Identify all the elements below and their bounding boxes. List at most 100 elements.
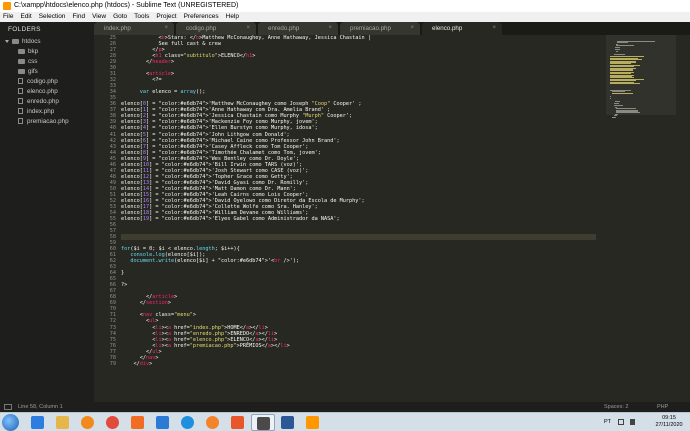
menu-tools[interactable]: Tools [134, 12, 149, 22]
sidebar-folder-label: bkp [28, 47, 39, 55]
menu-help[interactable]: Help [226, 12, 239, 22]
taskbar-sublime-text-button[interactable] [251, 414, 275, 431]
code-line[interactable]: </div> [121, 361, 596, 367]
chevron-down-icon [5, 39, 9, 43]
internet-explorer-icon [31, 416, 44, 429]
sidebar-folder-label: htdocs [22, 37, 41, 45]
speaker-icon[interactable] [630, 419, 635, 425]
sidebar-file-label: elenco.php [27, 87, 58, 95]
syntax-setting[interactable]: PHP [657, 402, 668, 412]
taskbar-media-player-button[interactable] [76, 414, 100, 431]
taskbar-internet-explorer-button[interactable] [26, 414, 50, 431]
window-title: C:\xampp\htdocs\elenco.php (htdocs) - Su… [14, 2, 239, 9]
sidebar-file-index[interactable]: index.php [0, 106, 94, 116]
network-icon[interactable] [618, 419, 624, 425]
menu-preferences[interactable]: Preferences [184, 12, 219, 22]
line-number: 79 [109, 360, 116, 367]
panel-toggle-icon[interactable] [4, 404, 12, 410]
code-area[interactable]: <b>Stars: </b>Matthew McConaughey, Anne … [121, 35, 596, 402]
minimap-line [612, 116, 616, 118]
folder-icon [18, 48, 25, 54]
sidebar-folder-root[interactable]: htdocs [0, 36, 94, 46]
chrome-icon [106, 416, 119, 429]
media-player-icon [81, 416, 94, 429]
folder-icon [18, 58, 25, 64]
windows-taskbar: PT 09:15 27/11/2020 [0, 412, 690, 431]
taskbar-chrome-button[interactable] [101, 414, 125, 431]
file-icon [18, 78, 23, 84]
tab-premiacao[interactable]: premiacao.php × [340, 22, 420, 35]
close-icon[interactable]: × [328, 22, 332, 35]
menu-goto[interactable]: Goto [113, 12, 127, 22]
tab-index[interactable]: index.php × [94, 22, 174, 35]
file-icon [18, 118, 23, 124]
window-titlebar: C:\xampp\htdocs\elenco.php (htdocs) - Su… [0, 0, 690, 12]
minimap[interactable] [598, 35, 690, 402]
taskbar-edge-button[interactable] [176, 414, 200, 431]
taskbar-vs-code-button[interactable] [151, 414, 175, 431]
sidebar-folder-label: gifs [28, 67, 38, 75]
minimap-line [610, 95, 611, 97]
tab-label: index.php [104, 25, 131, 32]
menu-edit[interactable]: Edit [20, 12, 31, 22]
tab-enredo[interactable]: enredo.php × [258, 22, 338, 35]
sidebar-file-elenco[interactable]: elenco.php [0, 86, 94, 96]
taskbar-sublime-text-2-button[interactable] [301, 414, 325, 431]
file-icon [18, 88, 23, 94]
taskbar-firefox-button[interactable] [201, 414, 225, 431]
sidebar-file-premiacao[interactable]: premiacao.php [0, 116, 94, 126]
clock-time: 09:15 [662, 415, 676, 421]
sidebar-folder-bkp[interactable]: bkp [0, 46, 94, 56]
sublime-text-2-icon [306, 416, 319, 429]
minimap-line [617, 42, 629, 44]
tab-elenco[interactable]: elenco.php × [422, 22, 502, 35]
file-icon [18, 98, 23, 104]
menu-find[interactable]: Find [72, 12, 85, 22]
minimap-line [613, 53, 626, 55]
system-clock[interactable]: 09:15 27/11/2020 [650, 415, 688, 429]
cursor-position: Line 58, Column 1 [18, 404, 63, 410]
file-explorer-icon [56, 416, 69, 429]
taskbar-file-explorer-button[interactable] [51, 414, 75, 431]
minimap-line [614, 46, 620, 48]
menu-view[interactable]: View [92, 12, 106, 22]
sidebar-folder-label: css [28, 57, 38, 65]
menu-project[interactable]: Project [156, 12, 176, 22]
taskbar-xampp-control-button[interactable] [226, 414, 250, 431]
minimap-line [610, 83, 640, 84]
code-editor[interactable]: 25 26 27 28 29 30 31 32 33 34 35 36 37 38 39 40 41 42 43 44… [94, 35, 598, 402]
menu-selection[interactable]: Selection [39, 12, 66, 22]
close-icon[interactable]: × [492, 22, 496, 35]
taskbar-word-button[interactable] [276, 414, 300, 431]
file-icon [18, 108, 23, 114]
folder-icon [18, 68, 25, 74]
sublime-app-icon [3, 2, 11, 10]
minimap-line [611, 92, 633, 94]
sidebar-file-label: codigo.php [27, 77, 58, 85]
taskbar-xampp-button[interactable] [126, 414, 150, 431]
sublime-text-icon [257, 417, 270, 430]
indentation-setting[interactable]: Spaces: 2 [604, 402, 628, 412]
xampp-control-icon [231, 416, 244, 429]
clock-date: 27/11/2020 [655, 422, 683, 428]
start-button[interactable] [2, 414, 19, 431]
minimap-line [616, 112, 641, 114]
sidebar-file-codigo[interactable]: codigo.php [0, 76, 94, 86]
sidebar-file-enredo[interactable]: enredo.php [0, 96, 94, 106]
word-icon [281, 416, 294, 429]
folder-icon [12, 38, 19, 44]
language-indicator[interactable]: PT [604, 413, 611, 431]
menu-file[interactable]: File [3, 12, 13, 22]
minimap-line [613, 102, 620, 104]
close-icon[interactable]: × [410, 22, 414, 35]
sidebar-heading: FOLDERS [8, 26, 41, 33]
sidebar-folder-gifs[interactable]: gifs [0, 66, 94, 76]
sidebar-folder-css[interactable]: css [0, 56, 94, 66]
close-icon[interactable]: × [246, 22, 250, 35]
tab-codigo[interactable]: codigo.php × [176, 22, 256, 35]
firefox-icon [206, 416, 219, 429]
sidebar-file-label: index.php [27, 107, 55, 115]
minimap-line [610, 98, 612, 100]
close-icon[interactable]: × [164, 22, 168, 35]
sidebar-file-label: premiacao.php [27, 117, 69, 125]
